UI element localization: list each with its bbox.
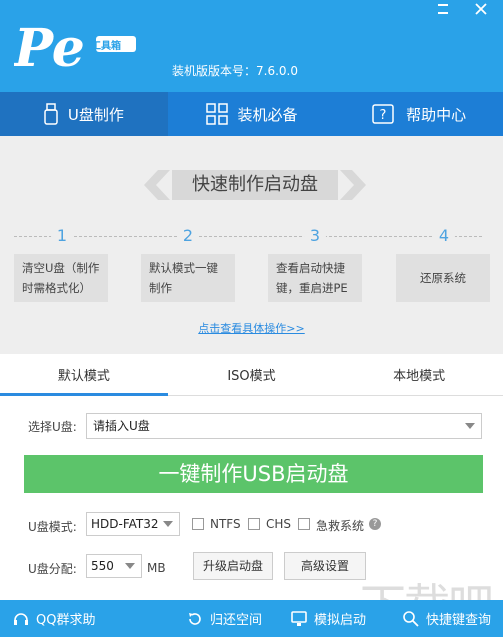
- tab-essentials[interactable]: 装机必备: [168, 92, 336, 136]
- usb-mode-select[interactable]: HDD-FAT32: [86, 512, 180, 536]
- upgrade-boot-button[interactable]: 升级启动盘: [193, 552, 273, 580]
- app-logo: Pe: [14, 18, 136, 78]
- usb-mode-value: HDD-FAT32: [91, 517, 159, 531]
- advanced-settings-button[interactable]: 高级设置: [284, 552, 366, 580]
- mode-tabs: 默认模式 ISO模式 本地模式: [0, 360, 503, 396]
- tab-label: 装机必备: [237, 105, 298, 124]
- select-usb-label: 选择U盘:: [28, 420, 77, 434]
- restore-icon: [189, 612, 201, 625]
- footer-label: 归还空间: [210, 613, 263, 628]
- usb-make-panel: 快速制作启动盘 1 2 3 4 清空U盘（制作时需格式化） 默认模式一键制作 查…: [0, 136, 503, 354]
- step-number: 2: [177, 225, 199, 247]
- usb-select-value: 请插入U盘: [93, 419, 150, 433]
- partition-unit: MB: [147, 561, 166, 575]
- usb-icon: [44, 103, 58, 125]
- footer-label: 快捷键查询: [426, 613, 492, 628]
- banner-title: 快速制作启动盘: [192, 174, 318, 195]
- rescue-label: 急救系统: [316, 519, 365, 533]
- footer-label: QQ群求助: [36, 613, 96, 628]
- tab-default-mode[interactable]: 默认模式: [0, 360, 168, 396]
- tab-label: 帮助中心: [406, 105, 467, 124]
- partition-size-select[interactable]: 550: [86, 554, 142, 578]
- tab-usb-make[interactable]: U盘制作: [0, 92, 168, 136]
- tab-label: U盘制作: [67, 105, 124, 124]
- chevron-down-icon: [125, 563, 135, 569]
- tab-local-mode[interactable]: 本地模式: [335, 360, 503, 396]
- simulate-boot-button[interactable]: 模拟启动: [290, 600, 366, 637]
- footer-bar: QQ群求助 归还空间 模拟启动 快捷键查询: [0, 600, 503, 637]
- rescue-checkbox[interactable]: [298, 518, 310, 530]
- svg-text:Pe: Pe: [14, 18, 85, 78]
- close-icon[interactable]: [470, 2, 492, 20]
- chs-label: CHS: [266, 517, 292, 531]
- logo-badge: 工具箱: [91, 41, 121, 52]
- step-box: 清空U盘（制作时需格式化）: [14, 254, 108, 302]
- hotkey-query-button[interactable]: 快捷键查询: [402, 600, 491, 637]
- chs-checkbox[interactable]: [248, 518, 260, 530]
- headset-icon: [14, 612, 28, 625]
- title-bar: Pe 工具箱 装机版版本号：7.6.0.0: [0, 0, 503, 92]
- help-icon[interactable]: ?: [369, 518, 381, 530]
- restore-space-button[interactable]: 归还空间: [186, 600, 262, 637]
- partition-size-value: 550: [91, 559, 114, 573]
- ntfs-checkbox[interactable]: [192, 518, 204, 530]
- chevron-down-icon: [163, 521, 173, 527]
- step-box: 查看启动快捷键，重启进PE: [268, 254, 362, 302]
- search-icon: [403, 610, 419, 627]
- ntfs-label: NTFS: [210, 517, 241, 531]
- view-steps-link[interactable]: 点击查看具体操作>>: [0, 320, 503, 336]
- minimize-icon[interactable]: [432, 2, 454, 20]
- step-number: 4: [433, 225, 455, 247]
- chevron-down-icon: [465, 423, 475, 429]
- step-box: 默认模式一键制作: [141, 254, 235, 302]
- qq-help-button[interactable]: QQ群求助: [12, 600, 95, 637]
- version-label: 装机版版本号：7.6.0.0: [172, 64, 298, 78]
- monitor-icon: [291, 610, 307, 626]
- usb-partition-label: U盘分配:: [28, 562, 77, 576]
- step-number: 1: [51, 225, 73, 247]
- svg-text:?: ?: [380, 108, 387, 123]
- tab-iso-mode[interactable]: ISO模式: [168, 360, 336, 396]
- usb-select[interactable]: 请插入U盘: [86, 413, 482, 439]
- grid-icon: [205, 103, 228, 125]
- step-box: 还原系统: [396, 254, 490, 302]
- main-tabs: U盘制作 装机必备 ? 帮助中心: [0, 92, 503, 136]
- step-number: 3: [304, 225, 326, 247]
- usb-mode-label: U盘模式:: [28, 520, 77, 534]
- footer-label: 模拟启动: [314, 613, 367, 628]
- step-line: [14, 236, 482, 237]
- make-usb-boot-button[interactable]: 一键制作USB启动盘: [24, 455, 483, 493]
- help-book-icon: ?: [372, 104, 394, 124]
- tab-help[interactable]: ? 帮助中心: [335, 92, 503, 136]
